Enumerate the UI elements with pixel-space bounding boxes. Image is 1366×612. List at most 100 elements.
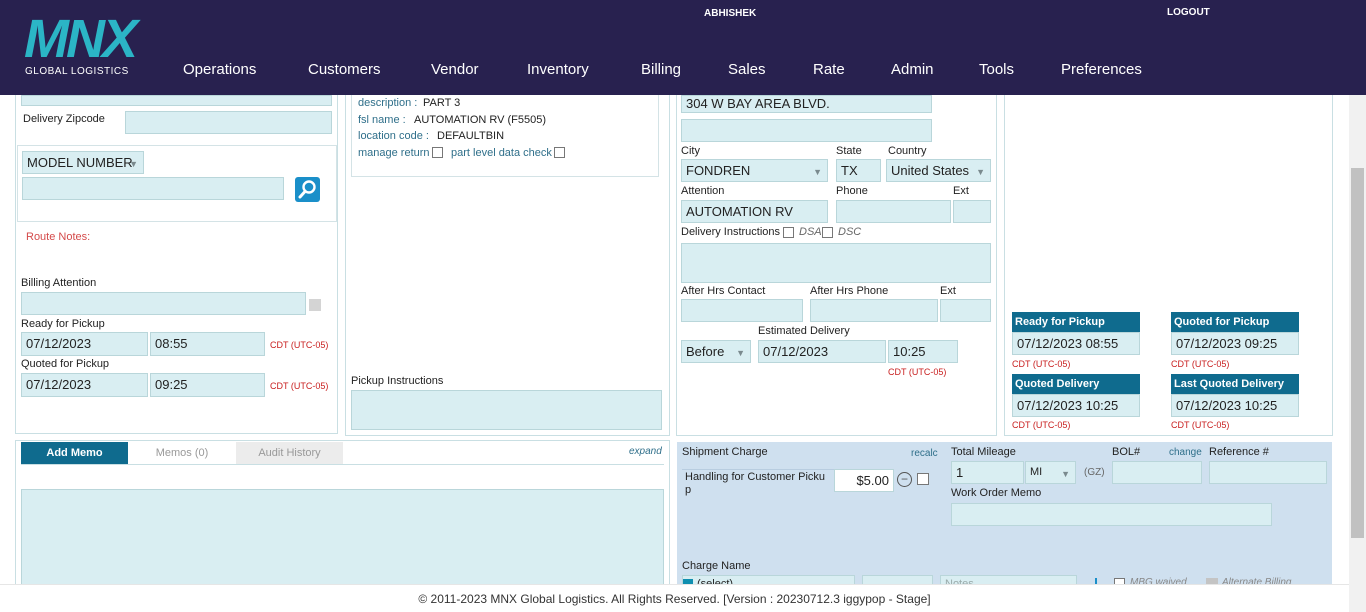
nav-rate[interactable]: Rate: [813, 61, 845, 78]
country-select[interactable]: United States: [886, 159, 991, 182]
est-delivery-label: Estimated Delivery: [758, 325, 850, 337]
nav-billing[interactable]: Billing: [641, 61, 681, 78]
quoted-pickup-tz-box: CDT (UTC-05): [1171, 359, 1230, 369]
nav-admin[interactable]: Admin: [891, 61, 934, 78]
after-hrs-phone-label: After Hrs Phone: [810, 285, 889, 297]
memos-tab[interactable]: Memos (0): [128, 442, 236, 464]
part-level-label: part level data check: [451, 147, 552, 159]
before-select[interactable]: Before: [681, 340, 751, 363]
unit-value: MI: [1030, 466, 1043, 478]
quoted-pickup-time[interactable]: 09:25: [150, 373, 265, 397]
quoted-delivery-tz: CDT (UTC-05): [1012, 420, 1071, 430]
delivery-zip-input[interactable]: [125, 111, 332, 134]
model-search-button[interactable]: [295, 177, 320, 202]
delivery-top-field[interactable]: [21, 95, 332, 106]
delivery-instructions-input[interactable]: [681, 243, 991, 283]
ready-pickup-value: 07/12/2023 08:55: [1012, 332, 1140, 355]
nav-sales[interactable]: Sales: [728, 61, 766, 78]
est-delivery-date[interactable]: 07/12/2023: [758, 340, 886, 363]
nav-inventory[interactable]: Inventory: [527, 61, 589, 78]
ready-pickup-date[interactable]: 07/12/2023: [21, 332, 148, 356]
after-hrs-contact-input[interactable]: [681, 299, 803, 322]
dsc-label: DSC: [838, 226, 862, 238]
mileage-input[interactable]: 1: [951, 461, 1024, 484]
logout-link[interactable]: LOGOUT: [1167, 7, 1210, 18]
nav-vendor[interactable]: Vendor: [431, 61, 479, 78]
ext-label: Ext: [953, 185, 969, 197]
mnx-logo[interactable]: MNX GLOBAL LOGISTICS: [24, 12, 164, 82]
gz-label: (GZ): [1084, 467, 1105, 478]
address-line1[interactable]: 304 W BAY AREA BLVD.: [681, 95, 932, 113]
audit-history-tab[interactable]: Audit History: [236, 442, 343, 464]
delivery-instructions-label: Delivery Instructions: [681, 226, 781, 238]
memo-textarea[interactable]: [21, 489, 664, 589]
nav-preferences[interactable]: Preferences: [1061, 61, 1142, 78]
manage-return-label: manage return: [358, 147, 430, 159]
fsl-name-value: AUTOMATION RV (F5505): [414, 114, 547, 126]
charge-line-checkbox[interactable]: [917, 473, 929, 485]
country-label: Country: [888, 145, 927, 157]
part-level-checkbox[interactable]: [554, 147, 565, 158]
reference-input[interactable]: [1209, 461, 1327, 484]
after-hrs-contact-label: After Hrs Contact: [681, 285, 766, 297]
billing-attention-label: Billing Attention: [21, 277, 97, 289]
footer-text: © 2011-2023 MNX Global Logistics. All Ri…: [418, 592, 931, 606]
ready-pickup-header: Ready for Pickup: [1012, 312, 1140, 332]
model-number-label: MODEL NUMBER: [27, 155, 133, 170]
phone-input[interactable]: [836, 200, 951, 223]
last-quoted-delivery-tz: CDT (UTC-05): [1171, 420, 1230, 430]
charge-line-amount[interactable]: $5.00: [834, 469, 894, 492]
ready-pickup-time[interactable]: 08:55: [150, 332, 265, 356]
est-delivery-tz: CDT (UTC-05): [888, 367, 947, 377]
after-ext-input[interactable]: [940, 299, 991, 322]
part-desc-value: PART 3: [423, 97, 461, 109]
dsc-checkbox[interactable]: [822, 227, 833, 238]
billing-attention-input[interactable]: [21, 292, 306, 315]
work-order-memo-input[interactable]: [951, 503, 1272, 526]
attention-input[interactable]: AUTOMATION RV: [681, 200, 828, 223]
unit-select[interactable]: MI: [1025, 461, 1076, 484]
fsl-name-label: fsl name :: [358, 114, 406, 126]
quoted-pickup-value: 07/12/2023 09:25: [1171, 332, 1299, 355]
footer-bar: © 2011-2023 MNX Global Logistics. All Ri…: [0, 584, 1349, 612]
work-order-memo-label: Work Order Memo: [951, 487, 1042, 499]
before-value: Before: [686, 344, 725, 359]
quoted-pickup-tz: CDT (UTC-05): [270, 381, 329, 391]
quoted-delivery-value: 07/12/2023 10:25: [1012, 394, 1140, 417]
ready-pickup-label: Ready for Pickup: [21, 318, 105, 330]
change-link[interactable]: change: [1169, 447, 1202, 458]
attention-label: Attention: [681, 185, 725, 197]
charge-line-text: Handling for Customer Pickup: [685, 471, 826, 496]
billing-attention-checkbox[interactable]: [309, 299, 321, 311]
model-number-select[interactable]: MODEL NUMBER: [22, 151, 144, 174]
country-value: United States: [891, 163, 970, 178]
page-scrollbar[interactable]: [1349, 95, 1366, 612]
model-search-input[interactable]: [22, 177, 284, 200]
nav-tools[interactable]: Tools: [979, 61, 1014, 78]
remove-charge-button[interactable]: −: [897, 472, 912, 487]
after-hrs-phone-input[interactable]: [810, 299, 938, 322]
state-input[interactable]: TX: [836, 159, 881, 182]
expand-link[interactable]: expand: [629, 446, 662, 457]
username: ABHISHEK: [704, 8, 757, 19]
pickup-instructions-input[interactable]: [351, 390, 662, 430]
quoted-pickup-header: Quoted for Pickup: [1171, 312, 1299, 332]
ext-input[interactable]: [953, 200, 991, 223]
bol-input[interactable]: [1112, 461, 1202, 484]
manage-return-checkbox[interactable]: [432, 147, 443, 158]
dsa-checkbox[interactable]: [783, 227, 794, 238]
address-line2[interactable]: [681, 119, 932, 142]
city-select[interactable]: FONDREN: [681, 159, 828, 182]
total-mileage-label: Total Mileage: [951, 446, 1016, 458]
nav-customers[interactable]: Customers: [308, 61, 381, 78]
scrollbar-thumb[interactable]: [1351, 168, 1364, 538]
logo-subtitle: GLOBAL LOGISTICS: [25, 66, 129, 77]
reference-label: Reference #: [1209, 446, 1269, 458]
quoted-pickup-label: Quoted for Pickup: [21, 358, 110, 370]
recalc-link[interactable]: recalc: [911, 448, 938, 459]
add-memo-tab[interactable]: Add Memo: [21, 442, 128, 464]
est-delivery-time[interactable]: 10:25: [888, 340, 958, 363]
nav-operations[interactable]: Operations: [183, 61, 256, 78]
quoted-pickup-date[interactable]: 07/12/2023: [21, 373, 148, 397]
search-icon: [298, 180, 316, 199]
